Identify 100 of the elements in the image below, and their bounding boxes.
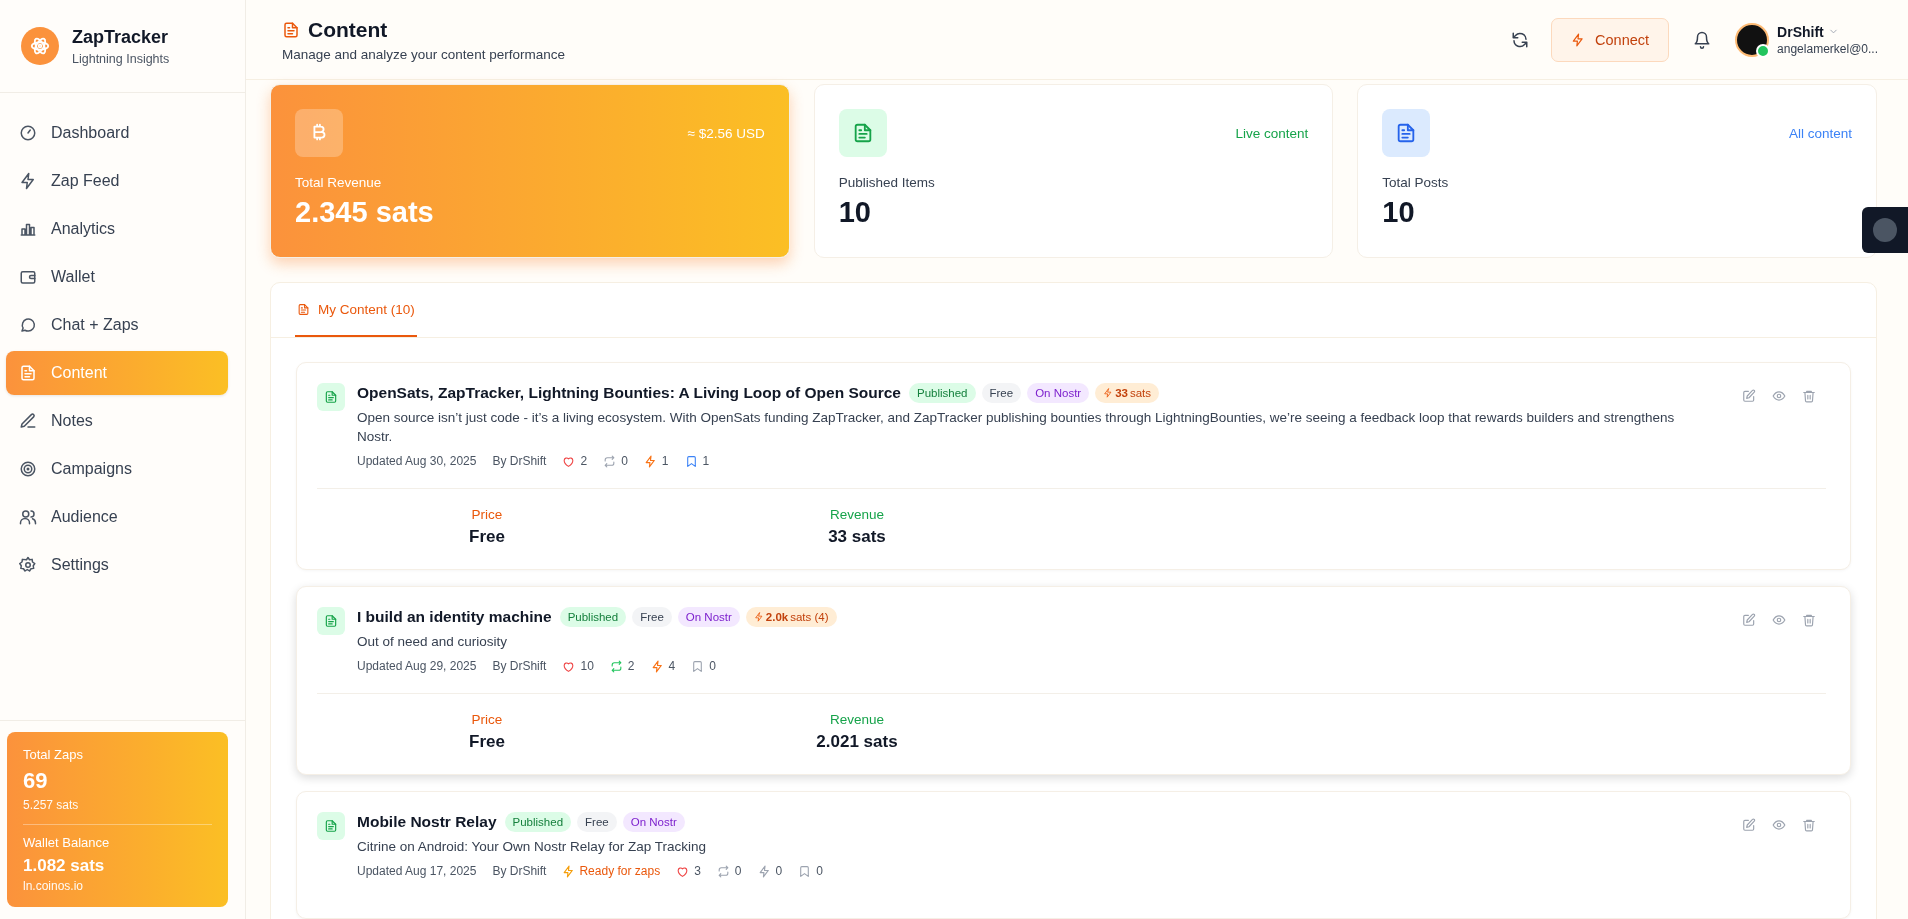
total-zaps-sats: 5.257 sats: [23, 798, 80, 812]
stat-value: 10: [838, 196, 872, 229]
wallet-host: ln.coinos.io: [23, 879, 85, 893]
eye-icon: [1772, 389, 1786, 403]
sidebar-nav-item[interactable]: Dashboard: [6, 111, 228, 155]
revenue-value: 33 sats: [827, 527, 887, 547]
zaps-count: 4: [668, 659, 676, 673]
refresh-icon: [1511, 30, 1530, 49]
stat-label: Total Posts: [1382, 175, 1450, 190]
bookmarks-count: 0: [709, 659, 716, 673]
settings-icon: [19, 556, 37, 574]
view-button[interactable]: [1772, 389, 1786, 403]
total-zaps-label: Total Zaps: [23, 747, 84, 762]
bolt-icon: [1103, 388, 1114, 398]
revenue-label: Revenue: [828, 507, 885, 522]
eye-icon: [1772, 613, 1786, 627]
price-badge: Free: [632, 607, 672, 627]
reposts-count: 0: [621, 454, 628, 468]
user-email: angelamerkel@0...: [1777, 41, 1878, 56]
view-button[interactable]: [1772, 818, 1786, 832]
connect-button[interactable]: Connect: [1551, 17, 1670, 62]
likes-count: 2: [580, 454, 588, 468]
user-avatar[interactable]: [1735, 22, 1770, 57]
network-badge: On Nostr: [622, 812, 685, 832]
edit-button[interactable]: [1742, 818, 1756, 832]
content-title[interactable]: Mobile Nostr Relay: [357, 813, 497, 831]
atom-icon: [29, 35, 51, 57]
stat-value: 2.345 sats: [295, 196, 435, 229]
sidebar-nav-item[interactable]: Audience: [6, 495, 228, 539]
trash-icon: [1802, 818, 1816, 832]
stat-note: All content: [1788, 125, 1852, 141]
status-badge: Published: [504, 812, 572, 832]
content-title[interactable]: I build an identity machine: [357, 608, 552, 626]
page-title: Content: [308, 17, 388, 42]
ready-for-zaps-label: Ready for zaps: [579, 864, 661, 878]
price-label: Price: [470, 712, 504, 727]
document-icon: [282, 20, 300, 39]
zaps-count: 1: [661, 454, 669, 468]
edit-icon: [1742, 389, 1756, 403]
status-badge: Published: [559, 607, 627, 627]
revenue-label: Revenue: [828, 712, 885, 727]
sidebar-nav-item[interactable]: Wallet: [6, 255, 228, 299]
wallet-balance-label: Wallet Balance: [23, 835, 111, 850]
user-name[interactable]: DrShift: [1777, 23, 1824, 40]
bolt-icon: [753, 612, 764, 622]
bolt-icon: [1571, 32, 1586, 47]
bookmarks-count: 1: [702, 454, 710, 468]
sidebar-nav-item[interactable]: Campaigns: [6, 447, 228, 491]
sidebar-nav-item[interactable]: Zap Feed: [6, 159, 228, 203]
delete-button[interactable]: [1802, 389, 1816, 403]
document-icon: [324, 614, 338, 628]
network-badge: On Nostr: [1027, 383, 1090, 403]
content-description: Open source isn’t just code - it’s a living ecosystem. With OpenSats funding ZapTracker, and ZapTracker publishing bounties through LightningBounties, we’re seeing a feedback loop that rewards builders and strengthens Nostr.: [357, 409, 1676, 446]
users-icon: [19, 508, 37, 526]
price-label: Price: [470, 507, 504, 522]
gauge-icon: [19, 124, 37, 142]
sidebar-nav-item[interactable]: Settings: [6, 543, 228, 587]
total-zaps-count: 69: [23, 768, 49, 794]
floating-profile-tab[interactable]: [1862, 207, 1908, 253]
pencil-icon: [19, 412, 37, 430]
view-button[interactable]: [1772, 613, 1786, 627]
sidebar-nav-item[interactable]: Analytics: [6, 207, 228, 251]
updated-date: Updated Aug 17, 2025: [357, 864, 477, 878]
avatar-icon: [1873, 218, 1897, 242]
document-icon: [297, 302, 310, 316]
stat-value: 10: [1382, 196, 1416, 229]
document-icon: [19, 364, 37, 382]
content-title[interactable]: OpenSats, ZapTracker, Lightning Bounties: A Living Loop of Open Source: [357, 384, 901, 402]
target-icon: [19, 460, 37, 478]
status-badge: Published: [909, 383, 976, 403]
content-tab[interactable]: My Content (10): [295, 283, 417, 337]
stat-label: Published Items: [838, 175, 936, 190]
chat-bubble-icon: [19, 316, 37, 334]
zap-amount-badge: 2.0k sats (4): [745, 607, 837, 627]
price-value: Free: [468, 732, 506, 752]
bolt-icon: [562, 864, 576, 878]
trash-icon: [1802, 389, 1816, 403]
eye-icon: [1772, 818, 1786, 832]
price-value: Free: [468, 527, 506, 547]
author: By DrShift: [492, 864, 547, 878]
updated-date: Updated Aug 29, 2025: [357, 659, 477, 673]
edit-button[interactable]: [1742, 389, 1756, 403]
likes-count: 10: [580, 659, 594, 673]
edit-button[interactable]: [1742, 613, 1756, 627]
edit-icon: [1742, 613, 1756, 627]
content-description: Citrine on Android: Your Own Nostr Relay for Zap Tracking: [357, 838, 707, 856]
trash-icon: [1802, 613, 1816, 627]
author: By DrShift: [492, 454, 547, 468]
sidebar-nav-item[interactable]: Notes: [6, 399, 228, 443]
stat-note: ≈ $2.56 USD: [687, 125, 765, 141]
stat-label: Total Revenue: [295, 175, 383, 190]
zaps-count: 0: [775, 864, 783, 878]
delete-button[interactable]: [1802, 613, 1816, 627]
zap-amount-badge: 33 sats: [1095, 383, 1160, 403]
delete-button[interactable]: [1802, 818, 1816, 832]
sidebar-nav-item[interactable]: Chat + Zaps: [6, 303, 228, 347]
content-description: Out of need and curiosity: [357, 633, 509, 651]
revenue-value: 2.021 sats: [815, 732, 899, 752]
network-badge: On Nostr: [677, 607, 740, 627]
stat-note: Live content: [1235, 125, 1309, 141]
